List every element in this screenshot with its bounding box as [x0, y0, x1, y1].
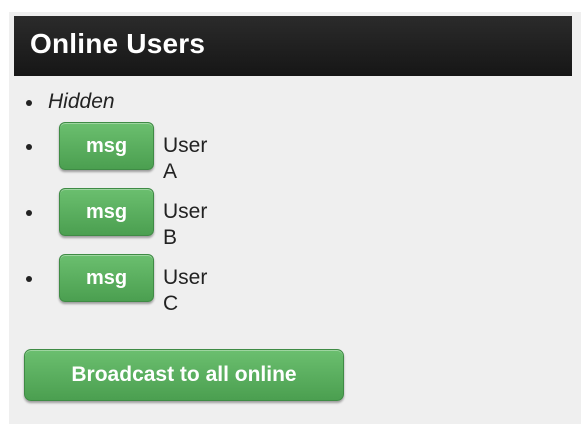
msg-button-user-a[interactable]: msg: [59, 122, 154, 170]
user-name: User C: [163, 266, 208, 315]
msg-button-user-b[interactable]: msg: [59, 188, 154, 236]
user-name: User A: [163, 134, 208, 183]
broadcast-button[interactable]: Broadcast to all online: [24, 349, 344, 401]
bullet-icon: [26, 144, 32, 150]
msg-button-user-c[interactable]: msg: [59, 254, 154, 302]
panel-title: Online Users: [30, 28, 206, 59]
bullet-icon: [26, 276, 32, 282]
hidden-label: Hidden: [48, 90, 115, 113]
bullet-icon: [26, 210, 32, 216]
bullet-icon: [26, 100, 32, 106]
user-name: User B: [163, 200, 208, 249]
panel-header: Online Users: [14, 16, 572, 76]
